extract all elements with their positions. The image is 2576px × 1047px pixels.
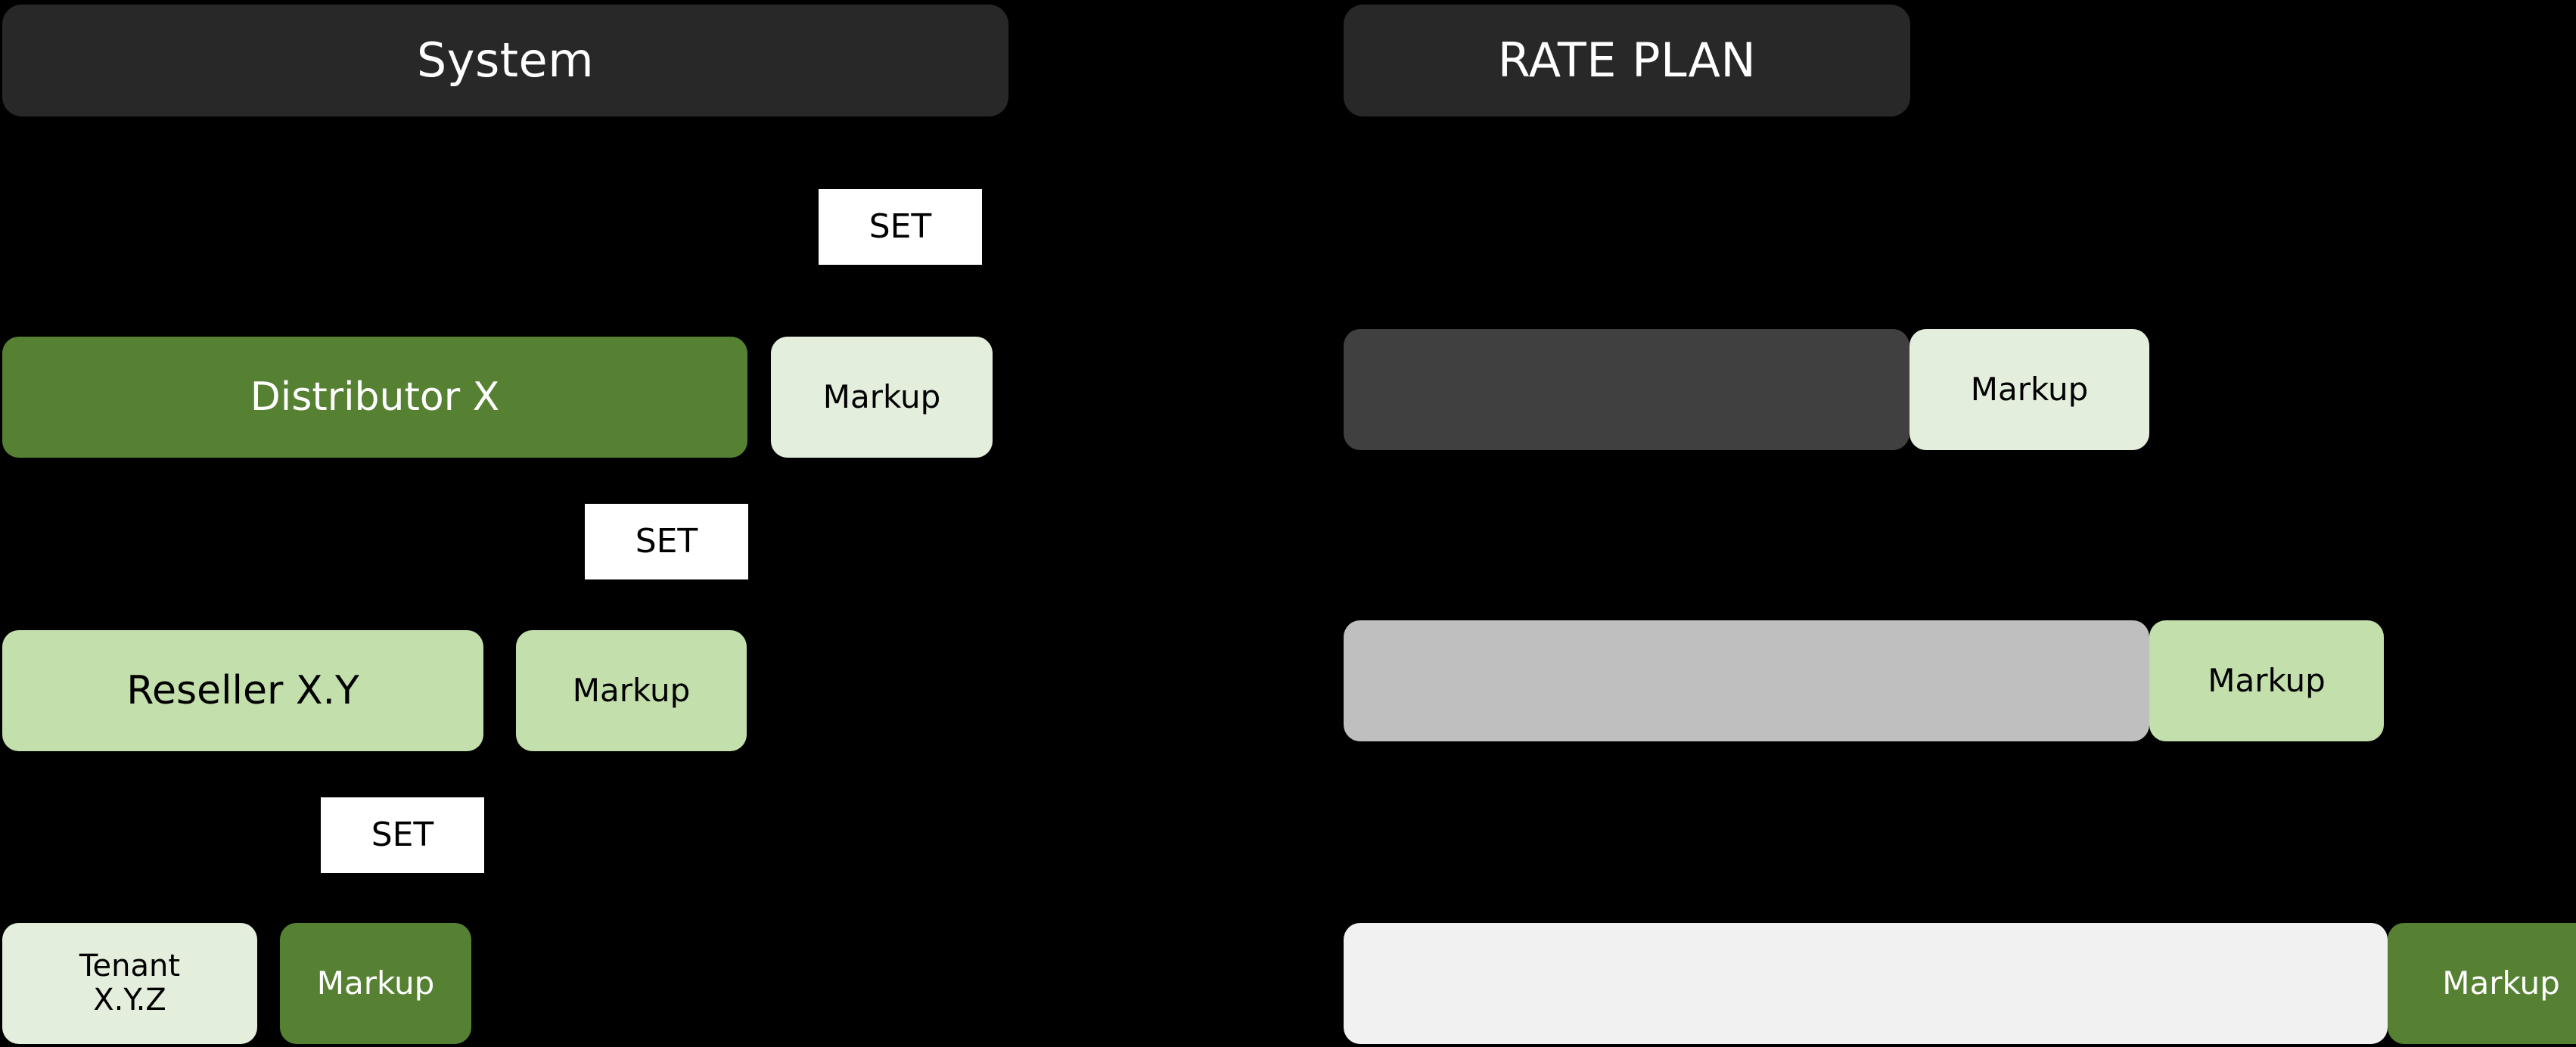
rate-bar-tenant xyxy=(1344,923,2388,1044)
set-tag-tenant[interactable]: SET xyxy=(321,797,484,873)
rate-bar-distributor xyxy=(1344,329,1909,450)
markup-reseller-system[interactable]: Markup xyxy=(516,630,747,751)
markup-distributor-system[interactable]: Markup xyxy=(771,337,993,458)
set-tag-distributor[interactable]: SET xyxy=(819,189,982,265)
markup-tenant-rate[interactable]: Markup xyxy=(2388,923,2576,1044)
markup-distributor-rate[interactable]: Markup xyxy=(1909,329,2149,450)
rate-bar-reseller xyxy=(1344,620,2149,741)
tier-tenant-xyz[interactable]: Tenant X.Y.Z xyxy=(2,923,257,1044)
markup-tenant-system[interactable]: Markup xyxy=(280,923,471,1044)
header-system: System xyxy=(2,5,1008,117)
diagram-canvas: System RATE PLAN SET Distributor X Marku… xyxy=(0,0,2576,1047)
markup-reseller-rate[interactable]: Markup xyxy=(2149,620,2384,741)
header-rate-plan: RATE PLAN xyxy=(1344,5,1910,117)
tier-distributor-x[interactable]: Distributor X xyxy=(2,337,747,458)
tier-reseller-xy[interactable]: Reseller X.Y xyxy=(2,630,483,751)
set-tag-reseller[interactable]: SET xyxy=(585,504,748,579)
